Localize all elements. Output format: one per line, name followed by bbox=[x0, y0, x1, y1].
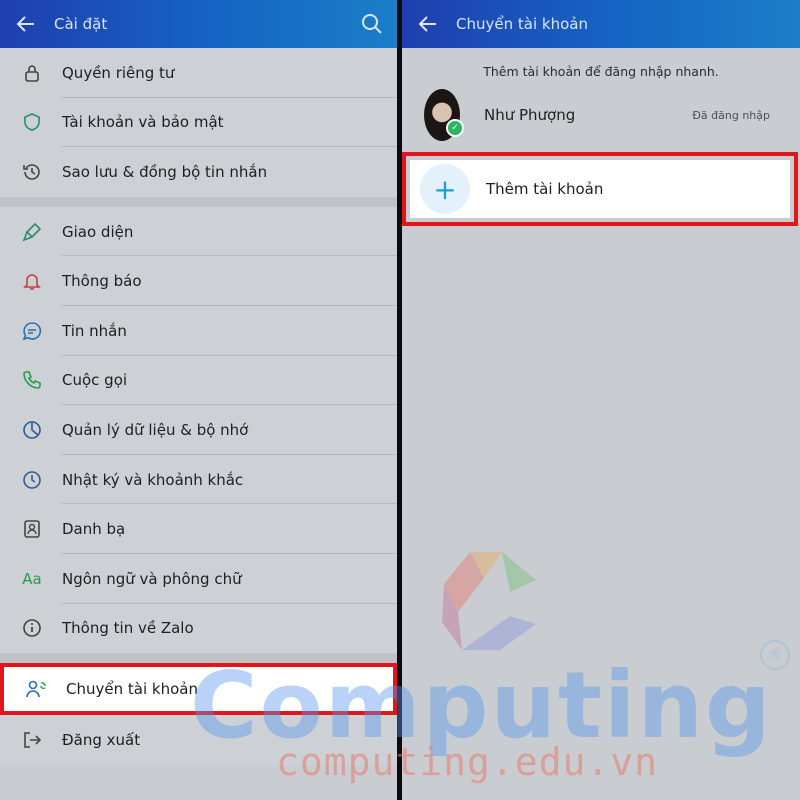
switch-account-header: Chuyển tài khoản bbox=[402, 0, 800, 48]
settings-item-switch-account[interactable]: Chuyển tài khoản bbox=[0, 663, 397, 716]
arrow-left-icon[interactable] bbox=[418, 13, 440, 35]
settings-group-security: Quyền riêng tư Tài khoản và bảo mật Sao … bbox=[0, 48, 397, 197]
clock-icon bbox=[20, 468, 44, 492]
font-icon: Aa bbox=[22, 569, 42, 588]
settings-item-calls[interactable]: Cuộc gọi bbox=[0, 356, 397, 406]
info-icon bbox=[20, 616, 44, 640]
brush-icon bbox=[20, 220, 44, 244]
settings-item-privacy[interactable]: Quyền riêng tư bbox=[0, 48, 397, 98]
settings-item-label: Quyền riêng tư bbox=[62, 63, 175, 82]
settings-group-account: Chuyển tài khoản Đăng xuất bbox=[0, 663, 397, 765]
add-account-button[interactable]: + Thêm tài khoản bbox=[402, 152, 798, 226]
settings-item-appearance[interactable]: Giao diện bbox=[0, 207, 397, 257]
settings-item-label: Ngôn ngữ và phông chữ bbox=[62, 569, 242, 588]
settings-item-label: Cuộc gọi bbox=[62, 371, 128, 390]
settings-item-label: Chuyển tài khoản bbox=[66, 680, 198, 699]
bell-icon bbox=[20, 269, 44, 293]
account-status: Đã đăng nhập bbox=[692, 108, 770, 122]
account-item[interactable]: ✓ Như Phượng Đã đăng nhập bbox=[402, 89, 800, 141]
add-account-hint: Thêm tài khoản để đăng nhập nhanh. bbox=[483, 64, 719, 79]
settings-item-logout[interactable]: Đăng xuất bbox=[0, 715, 397, 765]
settings-item-contacts[interactable]: Danh bạ bbox=[0, 504, 397, 554]
settings-header: Cài đặt bbox=[0, 0, 397, 48]
lock-icon bbox=[20, 61, 44, 85]
settings-item-timeline[interactable]: Nhật ký và khoảnh khắc bbox=[0, 455, 397, 505]
settings-item-label: Nhật ký và khoảnh khắc bbox=[62, 470, 244, 489]
phone-icon bbox=[20, 368, 44, 392]
settings-item-notifications[interactable]: Thông báo bbox=[0, 256, 397, 306]
page-title: Cài đặt bbox=[54, 15, 108, 33]
contact-icon bbox=[20, 517, 44, 541]
settings-panel: Cài đặt Quyền riêng tư Tài khoản và bảo … bbox=[0, 0, 397, 800]
settings-item-label: Tin nhắn bbox=[62, 321, 127, 340]
switch-account-panel: Chuyển tài khoản Thêm tài khoản để đăng … bbox=[402, 0, 800, 800]
page-title: Chuyển tài khoản bbox=[456, 15, 588, 33]
plus-icon: + bbox=[420, 164, 470, 214]
settings-item-label: Đăng xuất bbox=[62, 730, 141, 749]
search-icon[interactable] bbox=[361, 13, 383, 35]
group-divider bbox=[0, 653, 397, 664]
settings-item-messages[interactable]: Tin nhắn bbox=[0, 306, 397, 356]
settings-item-backup[interactable]: Sao lưu & đồng bộ tin nhắn bbox=[0, 147, 397, 197]
pie-chart-icon bbox=[20, 418, 44, 442]
switch-user-icon bbox=[24, 677, 48, 701]
history-icon bbox=[20, 160, 44, 184]
settings-item-label: Quản lý dữ liệu & bộ nhớ bbox=[62, 420, 249, 439]
check-icon: ✓ bbox=[446, 119, 464, 137]
settings-item-label: Thông báo bbox=[62, 272, 142, 291]
arrow-left-icon[interactable] bbox=[16, 13, 38, 35]
settings-item-label: Sao lưu & đồng bộ tin nhắn bbox=[62, 162, 268, 181]
logout-icon bbox=[20, 728, 44, 752]
account-name: Như Phượng bbox=[484, 106, 576, 124]
settings-item-label: Danh bạ bbox=[62, 520, 126, 539]
settings-item-label: Tài khoản và bảo mật bbox=[62, 113, 224, 132]
settings-group-general: Giao diện Thông báo Tin nhắn Cuộc gọi Qu… bbox=[0, 206, 397, 654]
avatar: ✓ bbox=[424, 89, 464, 141]
settings-item-about[interactable]: Thông tin về Zalo bbox=[0, 604, 397, 654]
shield-icon bbox=[20, 110, 44, 134]
settings-item-language[interactable]: Aa Ngôn ngữ và phông chữ bbox=[0, 554, 397, 604]
group-divider bbox=[0, 196, 397, 207]
add-account-label: Thêm tài khoản bbox=[486, 180, 604, 198]
chat-icon bbox=[20, 319, 44, 343]
settings-item-label: Giao diện bbox=[62, 222, 134, 241]
settings-item-label: Thông tin về Zalo bbox=[62, 619, 194, 638]
settings-item-account-security[interactable]: Tài khoản và bảo mật bbox=[0, 98, 397, 148]
settings-item-storage[interactable]: Quản lý dữ liệu & bộ nhớ bbox=[0, 405, 397, 455]
